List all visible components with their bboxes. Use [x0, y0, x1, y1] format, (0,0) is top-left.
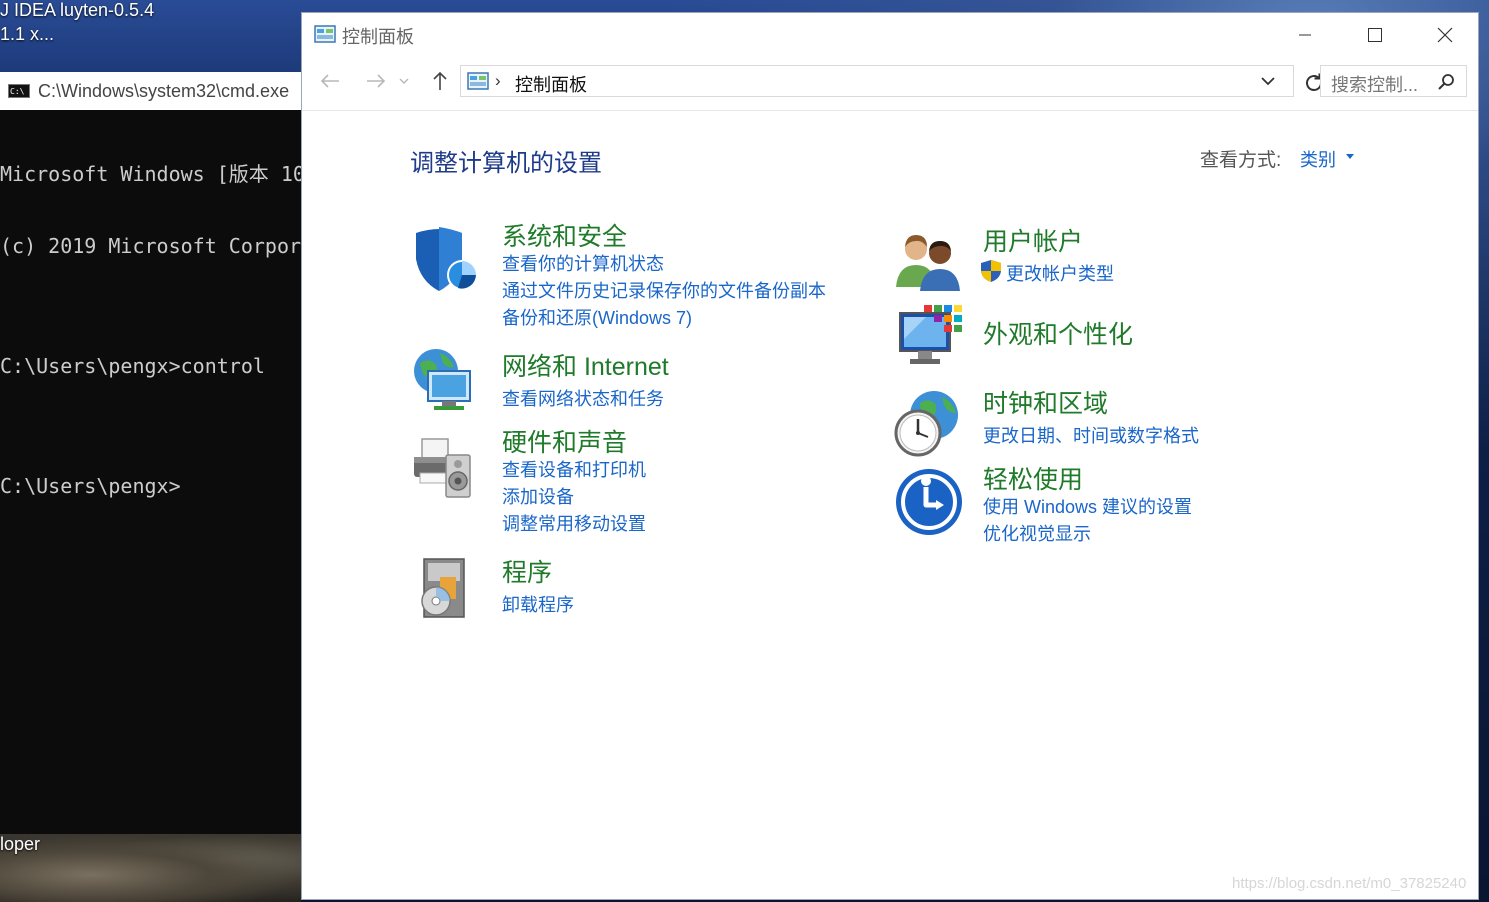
maximize-icon	[1368, 28, 1382, 42]
breadcrumb-control-panel[interactable]: 控制面板	[515, 71, 587, 97]
chevron-down-icon[interactable]	[1259, 72, 1277, 90]
search-icon[interactable]	[1437, 73, 1455, 91]
cmd-app-icon: C:\	[8, 84, 30, 98]
shield-icon[interactable]	[410, 223, 480, 293]
arrow-up-icon	[433, 71, 447, 90]
link-change-date-time-format[interactable]: 更改日期、时间或数字格式	[983, 422, 1199, 448]
view-by-label: 查看方式:	[1200, 150, 1282, 171]
link-view-computer-status[interactable]: 查看你的计算机状态	[502, 250, 664, 276]
toolbar-divider	[302, 110, 1478, 111]
close-button[interactable]	[1422, 19, 1468, 51]
appearance-monitor-icon[interactable]	[896, 303, 966, 373]
category-programs[interactable]: 程序	[502, 553, 552, 589]
link-uninstall-program[interactable]: 卸载程序	[502, 591, 574, 617]
minimize-button[interactable]	[1282, 19, 1328, 51]
window-title: 控制面板	[342, 27, 414, 47]
cmd-window[interactable]: C:\ C:\Windows\system32\cmd.exe Microsof…	[0, 72, 301, 834]
link-windows-recommended-settings[interactable]: 使用 Windows 建议的设置	[983, 493, 1192, 519]
up-button[interactable]	[426, 67, 454, 95]
view-by-dropdown[interactable]: 类别	[1300, 146, 1336, 172]
search-input[interactable]: 搜索控制...	[1320, 65, 1467, 97]
link-add-device[interactable]: 添加设备	[502, 483, 574, 509]
arrow-right-icon	[367, 74, 386, 88]
close-icon	[1437, 27, 1453, 43]
minimize-icon	[1299, 34, 1311, 36]
desktop-icon-label-idea[interactable]: J IDEA luyten-0.5.4	[0, 0, 154, 21]
navigation-toolbar: › 控制面板 搜索控制...	[302, 61, 1478, 101]
maximize-button[interactable]	[1352, 19, 1398, 51]
desktop-wallpaper-rocks	[0, 834, 301, 902]
link-devices-printers[interactable]: 查看设备和打印机	[502, 456, 646, 482]
caret-down-icon[interactable]	[1346, 154, 1354, 159]
category-system-security[interactable]: 系统和安全	[502, 217, 627, 253]
link-backup-restore[interactable]: 备份和还原(Windows 7)	[502, 304, 692, 330]
recent-locations-dropdown[interactable]	[396, 67, 412, 95]
category-hardware-sound[interactable]: 硬件和声音	[502, 423, 627, 459]
category-network-internet[interactable]: 网络和 Internet	[502, 347, 669, 383]
link-optimize-visual-display[interactable]: 优化视觉显示	[983, 520, 1091, 546]
ease-of-access-icon[interactable]	[894, 467, 964, 537]
search-placeholder: 搜索控制...	[1331, 75, 1419, 95]
cmd-titlebar[interactable]: C:\ C:\Windows\system32\cmd.exe	[0, 72, 301, 110]
desktop-icon-label-second[interactable]: 1.1 x...	[0, 24, 54, 45]
uac-shield-icon	[981, 260, 1001, 282]
page-title: 调整计算机的设置	[410, 150, 602, 177]
cmd-console-output[interactable]: Microsoft Windows [版本 10 (c) 2019 Micros…	[0, 114, 301, 546]
window-titlebar[interactable]: 控制面板	[302, 13, 1478, 57]
printer-speaker-icon[interactable]	[410, 433, 480, 503]
back-button[interactable]	[316, 67, 344, 95]
forward-button[interactable]	[362, 67, 390, 95]
control-panel-icon	[314, 25, 336, 43]
desktop-icon-label-developer[interactable]: loper	[0, 834, 40, 855]
arrow-left-icon	[320, 74, 339, 88]
link-change-account-type[interactable]: 更改帐户类型	[1006, 260, 1114, 286]
link-mobility-settings[interactable]: 调整常用移动设置	[502, 510, 646, 536]
watermark-text: https://blog.csdn.net/m0_37825240	[1232, 875, 1467, 892]
category-clock-region[interactable]: 时钟和区域	[983, 384, 1108, 420]
link-file-history-backup[interactable]: 通过文件历史记录保存你的文件备份副本	[502, 277, 826, 303]
console-line: C:\Users\pengx>control	[0, 354, 265, 378]
breadcrumb-chevron-icon[interactable]: ›	[495, 71, 501, 91]
address-bar[interactable]: › 控制面板	[460, 65, 1294, 97]
control-panel-window[interactable]: 控制面板 › 控制面板 搜索控制... 调整计算机的设置 查看方式: 类别 系统…	[301, 12, 1479, 900]
category-user-accounts[interactable]: 用户帐户	[983, 222, 1083, 258]
programs-disc-icon[interactable]	[410, 553, 480, 623]
chevron-down-icon	[399, 78, 409, 84]
console-line: C:\Users\pengx>	[0, 474, 181, 498]
clock-globe-icon[interactable]	[892, 387, 962, 457]
console-line: Microsoft Windows [版本 10	[0, 162, 301, 186]
console-line: (c) 2019 Microsoft Corpora	[0, 234, 301, 258]
users-icon[interactable]	[894, 227, 964, 297]
category-ease-of-access[interactable]: 轻松使用	[983, 460, 1083, 496]
control-panel-icon	[467, 72, 489, 90]
cmd-window-title: C:\Windows\system32\cmd.exe	[38, 80, 290, 101]
network-globe-icon[interactable]	[410, 345, 480, 415]
category-appearance-personalization[interactable]: 外观和个性化	[983, 315, 1133, 351]
link-network-status[interactable]: 查看网络状态和任务	[502, 385, 664, 411]
